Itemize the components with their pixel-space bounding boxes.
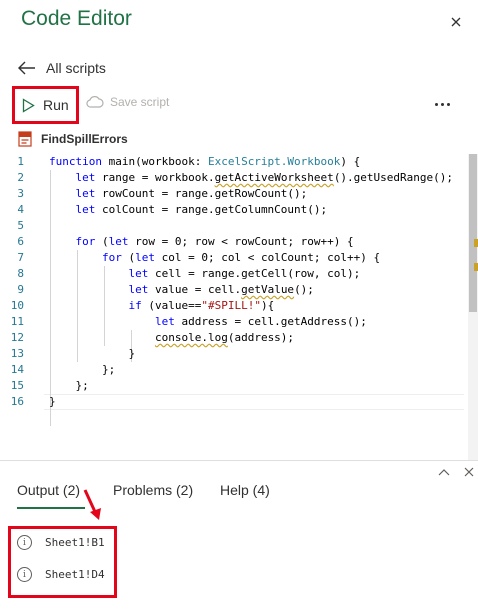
overview-ruler-marker <box>474 239 478 247</box>
panel-divider <box>0 460 478 461</box>
output-text: Sheet1!D4 <box>45 568 105 581</box>
code-line[interactable]: }; <box>49 378 464 394</box>
overview-ruler-marker <box>474 263 478 271</box>
code-line[interactable]: let value = cell.getValue(); <box>49 282 464 298</box>
line-number: 8 <box>17 267 24 280</box>
script-name: FindSpillErrors <box>41 132 128 146</box>
line-number-gutter: 1 2 3 4 5 6 7 8 9 10 11 12 13 14 15 16 <box>0 154 36 410</box>
active-tab-indicator <box>17 507 85 509</box>
code-line[interactable]: let range = workbook.getActiveWorksheet(… <box>49 170 464 186</box>
line-number: 10 <box>10 299 24 312</box>
output-panel-tabs: Output (2) Problems (2) Help (4) <box>0 476 478 510</box>
close-icon[interactable] <box>448 14 464 30</box>
annotation-arrow <box>83 489 101 520</box>
editor-toolbar: Run Save script <box>0 86 478 124</box>
title-bar: Code Editor <box>0 0 478 44</box>
line-number: 13 <box>10 347 24 360</box>
tab-help[interactable]: Help (4) <box>220 482 270 498</box>
line-number: 4 <box>17 203 24 216</box>
code-line[interactable]: for (let col = 0; col < colCount; col++)… <box>49 250 464 266</box>
cloud-save-icon <box>86 96 104 108</box>
code-line[interactable]: } <box>49 394 464 410</box>
script-file-icon <box>18 131 32 147</box>
script-name-row: FindSpillErrors <box>18 129 128 149</box>
output-results: i Sheet1!B1 i Sheet1!D4 <box>8 526 117 598</box>
code-line[interactable]: if (value=="#SPILL!"){ <box>49 298 464 314</box>
output-text: Sheet1!B1 <box>45 536 105 549</box>
output-row: i Sheet1!D4 <box>17 567 105 582</box>
code-editor[interactable]: 1 2 3 4 5 6 7 8 9 10 11 12 13 14 15 16 function main(wo… <box>0 154 478 460</box>
code-line[interactable]: function main(workbook: ExcelScript.Work… <box>49 154 464 170</box>
output-row: i Sheet1!B1 <box>17 535 105 550</box>
pane-title: Code Editor <box>21 7 132 30</box>
line-number: 15 <box>10 379 24 392</box>
line-number: 16 <box>10 395 24 408</box>
code-line[interactable]: let colCount = range.getColumnCount(); <box>49 202 464 218</box>
code-line[interactable]: let address = cell.getAddress(); <box>49 314 464 330</box>
code-line[interactable]: } <box>49 346 464 362</box>
code-line[interactable]: let cell = range.getCell(row, col); <box>49 266 464 282</box>
line-number: 14 <box>10 363 24 376</box>
more-icon[interactable] <box>435 103 450 106</box>
run-label: Run <box>43 97 69 113</box>
save-script-label: Save script <box>110 95 170 109</box>
line-number: 6 <box>17 235 24 248</box>
line-number: 5 <box>17 219 24 232</box>
line-number: 1 <box>17 155 24 168</box>
code-line[interactable]: }; <box>49 362 464 378</box>
tab-problems[interactable]: Problems (2) <box>113 482 193 498</box>
line-number: 12 <box>10 331 24 344</box>
tab-output[interactable]: Output (2) <box>17 482 80 498</box>
save-script-button[interactable]: Save script <box>86 95 169 109</box>
code-line[interactable]: for (let row = 0; row < rowCount; row++)… <box>49 234 464 250</box>
scrollbar-thumb[interactable] <box>469 154 477 312</box>
all-scripts-label: All scripts <box>46 60 106 76</box>
run-button[interactable]: Run <box>12 86 79 124</box>
line-number: 7 <box>17 251 24 264</box>
code-line[interactable] <box>49 218 464 234</box>
line-number: 9 <box>17 283 24 296</box>
line-number: 2 <box>17 171 24 184</box>
code-line[interactable]: let rowCount = range.getRowCount(); <box>49 186 464 202</box>
info-icon: i <box>17 535 32 550</box>
code-line[interactable]: console.log(address); <box>49 330 464 346</box>
code-lines[interactable]: function main(workbook: ExcelScript.Work… <box>49 154 464 410</box>
play-icon <box>22 97 35 113</box>
line-number: 11 <box>10 315 24 328</box>
editor-scrollbar[interactable] <box>468 154 478 460</box>
info-icon: i <box>17 567 32 582</box>
all-scripts-link[interactable]: All scripts <box>18 57 106 79</box>
arrow-left-icon <box>18 61 35 75</box>
line-number: 3 <box>17 187 24 200</box>
